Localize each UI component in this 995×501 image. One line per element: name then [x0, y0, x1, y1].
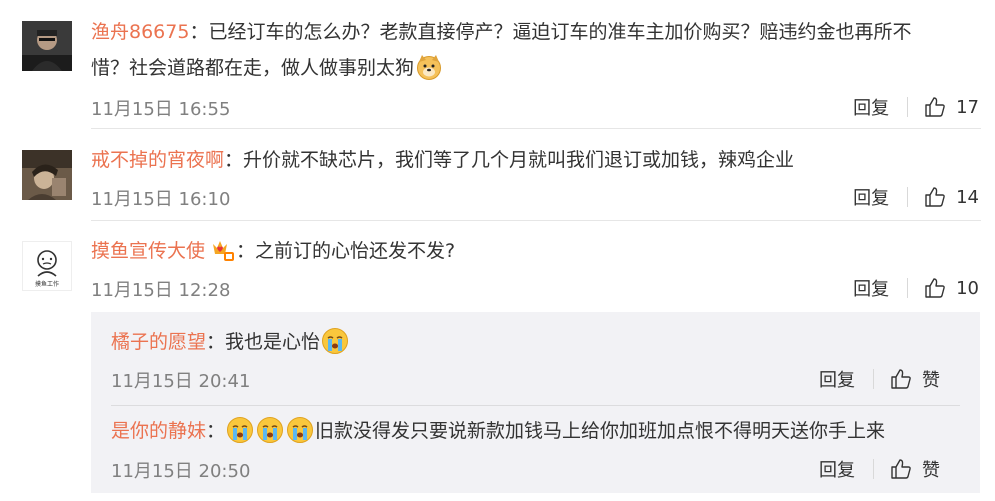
like-button[interactable]: 14 — [924, 186, 979, 208]
reply-thread: 橘子的愿望：我也是心怡 11月15日 20:41 回复 赞 是你的静妹： 旧款没… — [91, 312, 980, 493]
comment-text-line: 戒不掉的宵夜啊：升价就不缺芯片，我们等了几个月就叫我们退订或加钱，辣鸡企业 — [91, 145, 794, 175]
crying-emoji-icon — [321, 327, 349, 355]
colon: ： — [224, 149, 244, 171]
username-link[interactable]: 摸鱼宣传大使 — [91, 240, 205, 262]
like-count: 14 — [956, 186, 979, 208]
username-link[interactable]: 戒不掉的宵夜啊 — [91, 149, 224, 171]
reply-button[interactable]: 回复 — [853, 184, 889, 210]
comment-actions: 回复 17 — [853, 94, 979, 120]
colon: ： — [236, 240, 256, 262]
timestamp: 11月15日 20:41 — [111, 371, 251, 392]
comment-text: 已经订车的怎么办？老款直接停产？逼迫订车的准车主加价购买？赔违约金也再所不 — [208, 21, 912, 43]
action-divider — [873, 369, 874, 389]
comment-actions: 回复 赞 — [819, 456, 940, 482]
comment-actions: 回复 10 — [853, 275, 979, 301]
colon: ： — [206, 331, 226, 353]
comment-text: 惜？社会道路都在走，做人做事别太狗 — [91, 57, 415, 79]
reply-button[interactable]: 回复 — [819, 366, 855, 392]
timestamp: 11月15日 16:55 — [91, 99, 231, 120]
like-label: 赞 — [922, 370, 940, 391]
comment-item: 戒不掉的宵夜啊：升价就不缺芯片，我们等了几个月就叫我们退订或加钱，辣鸡企业 11… — [0, 129, 995, 221]
like-count: 17 — [956, 96, 979, 118]
comment-text: 之前订的心怡还发不发? — [255, 240, 456, 262]
fan-badge-icon[interactable] — [209, 238, 235, 262]
thumbs-up-icon — [925, 97, 945, 117]
comment-text: 升价就不缺芯片，我们等了几个月就叫我们退订或加钱，辣鸡企业 — [243, 149, 795, 171]
comment-text-line: 渔舟86675：已经订车的怎么办？老款直接停产？逼迫订车的准车主加价购买？赔违约… — [91, 17, 911, 47]
comment-text: 我也是心怡 — [225, 331, 321, 353]
username-link[interactable]: 橘子的愿望 — [111, 331, 206, 353]
action-divider — [907, 278, 909, 298]
reply-button[interactable]: 回复 — [819, 456, 855, 482]
comment-text-line: 惜？社会道路都在走，做人做事别太狗 — [91, 53, 444, 83]
timestamp: 11月15日 20:50 — [111, 461, 251, 482]
action-divider — [907, 187, 909, 207]
comment-text-line: 橘子的愿望：我也是心怡 — [111, 327, 350, 357]
comment-item: 渔舟86675：已经订车的怎么办？老款直接停产？逼迫订车的准车主加价购买？赔违约… — [0, 0, 995, 128]
like-label: 赞 — [922, 460, 940, 481]
like-button[interactable]: 10 — [924, 277, 979, 299]
timestamp: 11月15日 16:10 — [91, 189, 231, 210]
like-button[interactable]: 赞 — [890, 456, 940, 482]
doge-emoji-icon — [415, 53, 443, 81]
like-button[interactable]: 赞 — [890, 366, 940, 392]
like-count: 10 — [956, 277, 979, 299]
reply-button[interactable]: 回复 — [853, 94, 889, 120]
like-button[interactable]: 17 — [924, 96, 979, 118]
crying-emoji-icon — [226, 416, 254, 444]
thumbs-up-icon — [891, 459, 911, 479]
username-link[interactable]: 渔舟86675 — [91, 21, 189, 43]
avatar[interactable] — [22, 150, 72, 200]
thumbs-up-icon — [925, 187, 945, 207]
reply-button[interactable]: 回复 — [853, 275, 889, 301]
thumbs-up-icon — [891, 369, 911, 389]
colon: ： — [206, 420, 226, 442]
reply-item: 橘子的愿望：我也是心怡 11月15日 20:41 回复 赞 — [111, 312, 960, 402]
crying-emoji-icon — [256, 416, 284, 444]
action-divider — [873, 459, 874, 479]
comment-actions: 回复 14 — [853, 184, 979, 210]
comment-actions: 回复 赞 — [819, 366, 940, 392]
username-link[interactable]: 是你的静妹 — [111, 420, 206, 442]
avatar-caption: 摸鱼工作 — [34, 281, 59, 288]
action-divider — [907, 97, 909, 117]
crying-emoji-icon — [286, 416, 314, 444]
comment-text-line: 是你的静妹： 旧款没得发只要说新款加钱马上给你加班加点恨不得明天送你手上来 — [111, 416, 885, 446]
comment-text: 旧款没得发只要说新款加钱马上给你加班加点恨不得明天送你手上来 — [315, 420, 886, 442]
thumbs-up-icon — [925, 278, 945, 298]
comment-item: 摸鱼工作 摸鱼宣传大使 ：之前订的心怡还发不发? 11月15日 12:28 回复… — [0, 221, 995, 311]
avatar[interactable] — [22, 21, 72, 71]
avatar[interactable]: 摸鱼工作 — [22, 241, 72, 291]
timestamp: 11月15日 12:28 — [91, 280, 231, 301]
comment-text-line: 摸鱼宣传大使 ：之前订的心怡还发不发? — [91, 236, 455, 266]
reply-item: 是你的静妹： 旧款没得发只要说新款加钱马上给你加班加点恨不得明天送你手上来 11… — [111, 406, 960, 493]
colon: ： — [189, 21, 209, 43]
